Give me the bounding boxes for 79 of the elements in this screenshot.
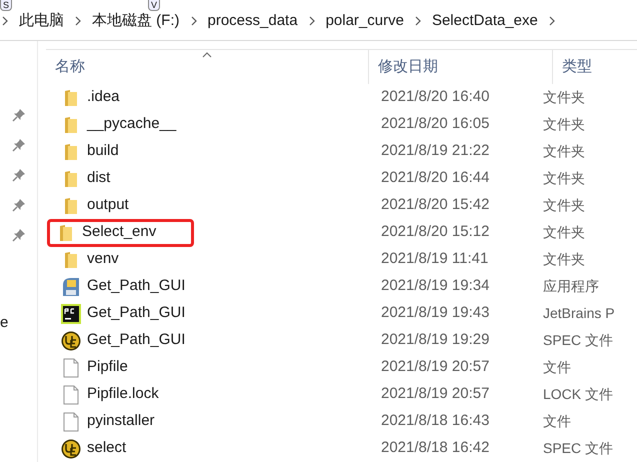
chevron-right-icon: [190, 16, 196, 26]
file-name[interactable]: Get_Path_GUI: [87, 302, 186, 325]
file-type: SPEC 文件: [543, 439, 614, 458]
breadcrumb-item[interactable]: 本地磁盘 (F:): [92, 10, 180, 32]
chevron-right-icon: [75, 16, 81, 26]
folder-icon: [64, 170, 78, 188]
pin-icon[interactable]: [12, 138, 26, 152]
folder-icon: [59, 224, 73, 242]
ue-icon: [61, 330, 81, 350]
modified-date: 2021/8/19 19:43: [380, 303, 490, 324]
file-type: 文件夹: [543, 142, 585, 161]
file-name[interactable]: build: [87, 140, 119, 163]
file-type: 文件夹: [543, 223, 585, 242]
breadcrumb-item[interactable]: SelectData_exe: [432, 10, 538, 32]
file-name[interactable]: dist: [87, 167, 110, 190]
pin-icon[interactable]: [12, 108, 26, 122]
file-type: JetBrains P: [543, 304, 615, 323]
modified-date: 2021/8/20 16:40: [380, 87, 490, 108]
ue-icon: [61, 438, 81, 458]
pycharm-icon: [61, 304, 81, 324]
key-tip: S: [0, 0, 12, 11]
pin-icon[interactable]: [12, 228, 26, 242]
file-type: 文件: [543, 412, 571, 431]
file-name[interactable]: Pipfile.lock: [87, 383, 159, 406]
file-type: 文件夹: [543, 115, 585, 134]
modified-date: 2021/8/19 19:34: [380, 276, 490, 296]
folder-icon: [64, 142, 78, 160]
folder-icon: [64, 88, 78, 106]
file-name[interactable]: select: [87, 437, 126, 460]
document-icon: [63, 384, 79, 404]
chevron-right-icon: [308, 16, 315, 26]
file-name[interactable]: output: [87, 194, 129, 217]
file-name[interactable]: __pycache__: [87, 113, 176, 136]
modified-date: 2021/8/18 16:43: [380, 411, 490, 432]
file-name[interactable]: Get_Path_GUI: [87, 275, 186, 298]
document-icon: [63, 412, 79, 432]
modified-date: 2021/8/19 20:57: [380, 357, 490, 378]
document-icon: [63, 358, 79, 378]
file-name[interactable]: Get_Path_GUI: [87, 329, 186, 352]
folder-icon: [64, 116, 78, 134]
pin-icon[interactable]: [12, 168, 26, 182]
file-name[interactable]: Select_env: [82, 221, 156, 244]
modified-date: 2021/8/20 15:42: [380, 195, 490, 216]
file-type: 应用程序: [543, 277, 599, 296]
pin-icon[interactable]: [12, 198, 26, 212]
key-tip: V: [148, 0, 160, 11]
file-type: 文件: [543, 358, 571, 377]
modified-date: 2021/8/19 20:57: [380, 384, 490, 404]
chevron-right-icon: [548, 16, 555, 26]
folder-icon: [64, 196, 78, 214]
modified-date: 2021/8/19 19:29: [380, 330, 490, 350]
modified-date: 2021/8/20 16:44: [380, 168, 490, 188]
modified-date: 2021/8/20 16:05: [380, 114, 490, 134]
file-name[interactable]: .idea: [87, 86, 120, 109]
modified-date: 2021/8/19 11:41: [380, 249, 490, 270]
breadcrumb-item[interactable]: polar_curve: [326, 10, 404, 32]
modified-date: 2021/8/20 15:12: [380, 222, 490, 242]
installer-icon: [61, 276, 81, 296]
modified-date: 2021/8/18 16:42: [380, 438, 490, 458]
file-name[interactable]: venv: [87, 248, 119, 271]
chevron-right-icon: [2, 16, 8, 26]
file-type: SPEC 文件: [543, 331, 614, 350]
column-header[interactable]: 修改日期: [368, 50, 552, 84]
file-type: 文件夹: [543, 196, 585, 215]
breadcrumb-item[interactable]: 此电脑: [19, 10, 64, 32]
nav-label[interactable]: e: [0, 313, 8, 333]
file-type: 文件夹: [543, 169, 585, 188]
column-header[interactable]: 类型: [552, 50, 637, 84]
breadcrumb-item[interactable]: process_data: [208, 10, 298, 32]
sort-caret-icon: [202, 52, 212, 58]
column-header[interactable]: 名称: [46, 50, 368, 84]
file-type: 文件夹: [543, 250, 585, 269]
file-type: 文件夹: [543, 88, 585, 107]
modified-date: 2021/8/19 21:22: [380, 141, 490, 162]
chevron-right-icon: [414, 16, 421, 26]
file-name[interactable]: Pipfile: [87, 356, 128, 379]
file-type: LOCK 文件: [543, 385, 614, 404]
folder-icon: [64, 250, 78, 268]
file-name[interactable]: pyinstaller: [87, 410, 155, 433]
